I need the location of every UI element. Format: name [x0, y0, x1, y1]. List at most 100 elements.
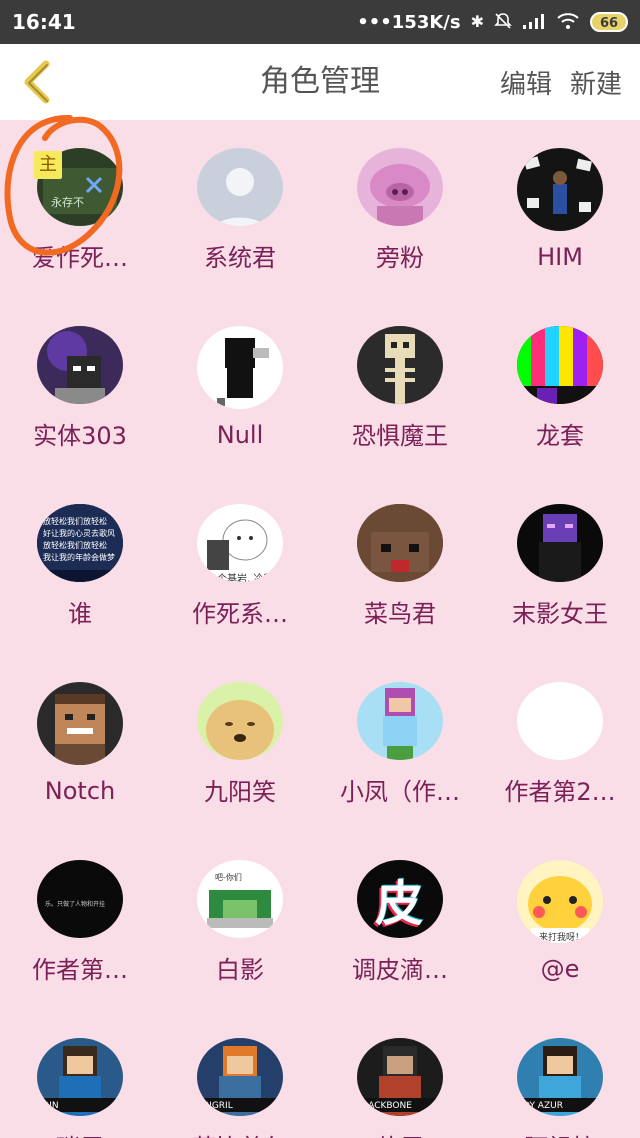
character-name: Null — [216, 420, 264, 448]
character-avatar: 个基岩, 冷静 — [197, 504, 283, 583]
character-item[interactable]: 皮皮皮调皮滴… — [320, 832, 480, 982]
character-name: @e — [540, 954, 580, 982]
battery-indicator: 66 — [590, 12, 628, 32]
character-name: 调皮滴… — [352, 956, 448, 982]
character-avatar: DY AZUR — [517, 1038, 603, 1117]
character-name: 作者第2… — [504, 778, 616, 804]
character-avatar: 来打我呀！ — [517, 860, 603, 943]
character-item[interactable]: Notch — [0, 654, 160, 804]
character-avatar — [357, 148, 443, 227]
character-item[interactable]: 乐。只做了人物和开挂作者第… — [0, 832, 160, 982]
character-item[interactable]: 九阳笑 — [160, 654, 320, 804]
character-avatar: BIGRIL — [197, 1038, 283, 1117]
character-name: 系统君 — [204, 244, 276, 270]
character-name: HIM — [537, 242, 583, 270]
character-name: 九阳笑 — [204, 778, 276, 804]
character-avatar — [197, 148, 283, 227]
character-name: 龙套 — [536, 422, 584, 448]
svg-text:来打我呀！: 来打我呀！ — [539, 931, 584, 943]
character-item[interactable]: 来打我呀！ @e — [480, 832, 640, 982]
app-header: 角色管理 编辑 新建 — [0, 44, 640, 120]
character-name: 瑞周 — [2, 1128, 158, 1138]
character-name: 实体303 — [33, 422, 127, 448]
status-indicators: •••153K/s ✱ 66 — [357, 12, 628, 33]
svg-text:BIGRIL: BIGRIL — [203, 1101, 233, 1111]
svg-text:放轻松我们放轻松: 放轻松我们放轻松 — [43, 540, 107, 550]
character-name: 小凤（作… — [340, 778, 460, 804]
status-bar: 16:41 •••153K/s ✱ 66 — [0, 0, 640, 44]
character-item[interactable]: 永存不爱作死… — [0, 120, 160, 270]
character-avatar: 放轻松我们放轻松 好让我的心灵去歌风 放轻松我们放轻松 我让我的年龄会做梦 — [37, 504, 123, 583]
character-name: 佳周 — [322, 1128, 478, 1138]
network-speed: •••153K/s — [357, 11, 461, 33]
character-avatar — [197, 326, 283, 409]
svg-text:DY AZUR: DY AZUR — [523, 1101, 563, 1111]
character-name: 旁粉 — [376, 244, 424, 270]
header-actions: 编辑 新建 — [500, 44, 622, 120]
character-item[interactable]: 个基岩, 冷静作死系… — [160, 476, 320, 626]
svg-text:乐。只做了人物和开挂: 乐。只做了人物和开挂 — [45, 900, 105, 908]
character-name: 作者第… — [32, 956, 128, 982]
character-name: 恐惧魔王 — [352, 422, 448, 448]
bluetooth-icon: ✱ — [470, 12, 484, 31]
character-item[interactable]: DY AZUR 阿祖拉 — [480, 1010, 640, 1138]
character-avatar: 皮皮皮 — [357, 860, 443, 939]
svg-text:永存不: 永存不 — [51, 195, 84, 209]
character-item[interactable]: 菜鸟君 — [320, 476, 480, 626]
character-name: 爱作死… — [32, 244, 128, 270]
character-avatar: 乐。只做了人物和开挂 — [37, 860, 123, 939]
svg-text:我让我的年龄会做梦: 我让我的年龄会做梦 — [43, 552, 115, 562]
main-character-badge: 主 — [34, 151, 62, 179]
character-item[interactable]: 实体303 — [0, 298, 160, 448]
character-grid: 永存不爱作死… 系统君 旁粉 HIM 实体303 Null 恐惧魔王 龙套放轻松我们放轻松 好让… — [0, 120, 640, 1138]
svg-text:好让我的心灵去歌风: 好让我的心灵去歌风 — [43, 528, 115, 538]
character-name: 菜鸟君 — [364, 600, 436, 626]
character-item[interactable]: HIM — [480, 120, 640, 270]
character-item[interactable]: 作者第2… — [480, 654, 640, 804]
character-item[interactable]: 恐惧魔王 — [320, 298, 480, 448]
character-item[interactable]: 旁粉 — [320, 120, 480, 270]
character-item[interactable]: 龙套 — [480, 298, 640, 448]
character-avatar — [357, 326, 443, 405]
character-name: 莳比姜尔 — [162, 1128, 318, 1138]
character-item[interactable]: 吧-你们白影 — [160, 832, 320, 982]
status-time: 16:41 — [12, 10, 76, 34]
character-avatar: 吧-你们 — [197, 860, 283, 939]
character-name: 阿祖拉 — [482, 1128, 638, 1138]
character-avatar — [37, 682, 123, 765]
character-name: 谁 — [68, 600, 92, 626]
svg-text:RIN: RIN — [43, 1101, 59, 1111]
svg-text:个基岩, 冷静: 个基岩, 冷静 — [217, 572, 273, 582]
character-item[interactable]: 小凤（作… — [320, 654, 480, 804]
character-item[interactable]: 末影女王 — [480, 476, 640, 626]
character-avatar — [197, 682, 283, 761]
character-avatar — [357, 682, 443, 761]
new-button[interactable]: 新建 — [570, 64, 622, 101]
character-name: Notch — [44, 776, 116, 804]
character-item[interactable]: LACKBONE 佳周 — [320, 1010, 480, 1138]
character-name: 末影女王 — [512, 600, 608, 626]
character-avatar: RIN — [37, 1038, 123, 1117]
back-button[interactable] — [14, 58, 62, 106]
svg-text:LACKBONE: LACKBONE — [363, 1101, 412, 1111]
character-item[interactable]: BIGRIL 莳比姜尔 — [160, 1010, 320, 1138]
character-avatar — [517, 504, 603, 583]
character-name: 作死系… — [192, 600, 288, 626]
character-avatar — [37, 326, 123, 405]
character-item[interactable]: Null — [160, 298, 320, 448]
svg-text:皮: 皮 — [375, 876, 423, 932]
character-avatar — [517, 326, 603, 405]
edit-button[interactable]: 编辑 — [500, 64, 552, 101]
svg-text:吧-你们: 吧-你们 — [215, 872, 242, 882]
wifi-icon — [556, 12, 580, 33]
signal-icon — [522, 12, 546, 33]
character-item[interactable]: 系统君 — [160, 120, 320, 270]
character-avatar: LACKBONE — [357, 1038, 443, 1117]
character-name: 白影 — [216, 956, 264, 982]
character-item[interactable]: 放轻松我们放轻松 好让我的心灵去歌风 放轻松我们放轻松 我让我的年龄会做梦谁 — [0, 476, 160, 626]
character-avatar — [517, 148, 603, 231]
character-avatar — [517, 682, 603, 761]
character-item[interactable]: RIN 瑞周 — [0, 1010, 160, 1138]
chevron-left-icon — [24, 60, 50, 104]
svg-text:放轻松我们放轻松: 放轻松我们放轻松 — [43, 516, 107, 526]
